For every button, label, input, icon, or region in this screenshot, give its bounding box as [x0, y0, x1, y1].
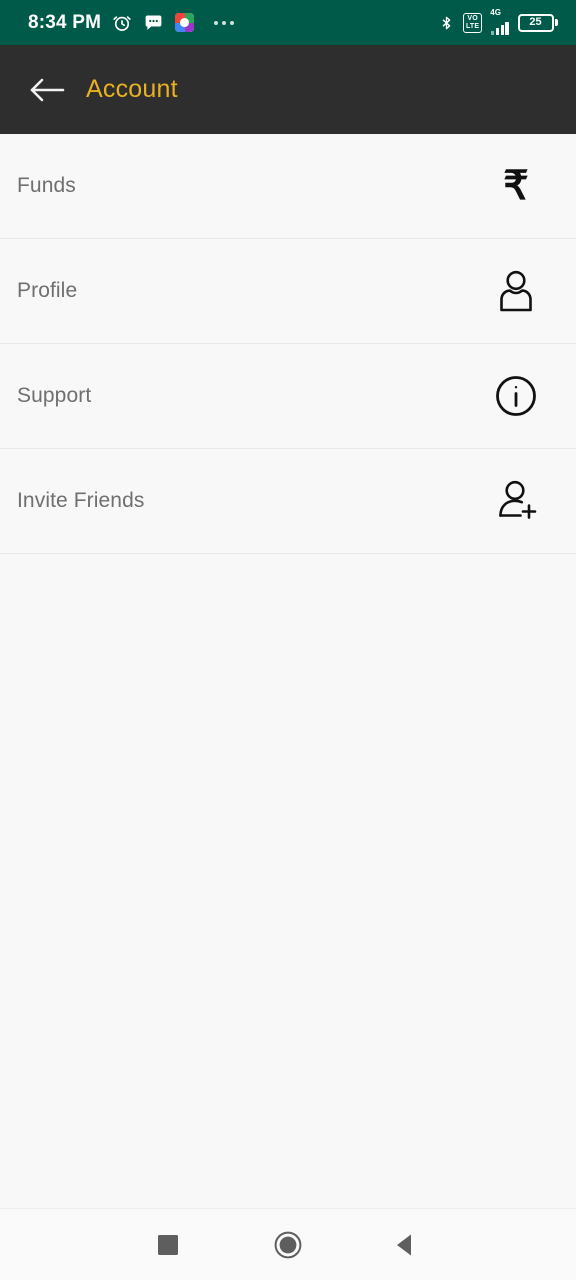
rupee-glyph: ₹ — [503, 164, 529, 208]
list-item-label: Funds — [17, 174, 76, 197]
person-add-icon — [492, 477, 540, 525]
alarm-clock-icon — [113, 15, 131, 31]
status-bar-left-group: 8:34 PM — [28, 11, 235, 34]
volte-line-2: LTE — [465, 22, 480, 30]
list-item-funds[interactable]: Funds ₹ — [0, 134, 576, 239]
status-bar-right-group: VO LTE 4G 25 — [439, 8, 558, 35]
back-triangle-icon — [397, 1234, 411, 1256]
list-item-support[interactable]: Support — [0, 344, 576, 449]
person-icon — [492, 267, 540, 315]
recents-square-icon — [158, 1235, 178, 1255]
info-circle-icon — [492, 372, 540, 420]
app-bar: Account — [0, 45, 576, 134]
home-circle-icon — [274, 1231, 302, 1259]
list-item-profile[interactable]: Profile — [0, 239, 576, 344]
page-title: Account — [86, 75, 178, 103]
nav-back-button[interactable] — [368, 1209, 440, 1281]
back-arrow-icon — [30, 78, 65, 101]
battery-icon: 25 — [517, 13, 558, 32]
system-navigation-bar — [0, 1208, 576, 1280]
bluetooth-icon — [442, 16, 451, 29]
volte-line-1: VO — [467, 15, 478, 22]
rupee-icon: ₹ — [492, 162, 540, 210]
volte-icon: VO LTE — [462, 12, 483, 33]
battery-percent-label: 25 — [529, 16, 542, 28]
network-type-label: 4G — [490, 8, 501, 17]
list-item-invite-friends[interactable]: Invite Friends — [0, 449, 576, 554]
status-bar: 8:34 PM VO LTE 4G 25 — [0, 0, 576, 45]
list-item-label: Support — [17, 384, 92, 407]
messages-icon — [145, 15, 162, 30]
account-menu-list: Funds ₹ Profile Support Invite Friends — [0, 134, 576, 1208]
list-item-label: Profile — [17, 279, 78, 302]
signal-4g-icon: 4G — [490, 8, 509, 35]
nav-recents-button[interactable] — [132, 1209, 204, 1281]
status-bar-clock: 8:34 PM — [28, 11, 102, 33]
photos-app-icon — [175, 13, 195, 32]
notification-overflow-dots — [214, 20, 235, 25]
back-button[interactable] — [24, 67, 70, 113]
nav-home-button[interactable] — [252, 1209, 324, 1281]
list-item-label: Invite Friends — [17, 489, 145, 512]
